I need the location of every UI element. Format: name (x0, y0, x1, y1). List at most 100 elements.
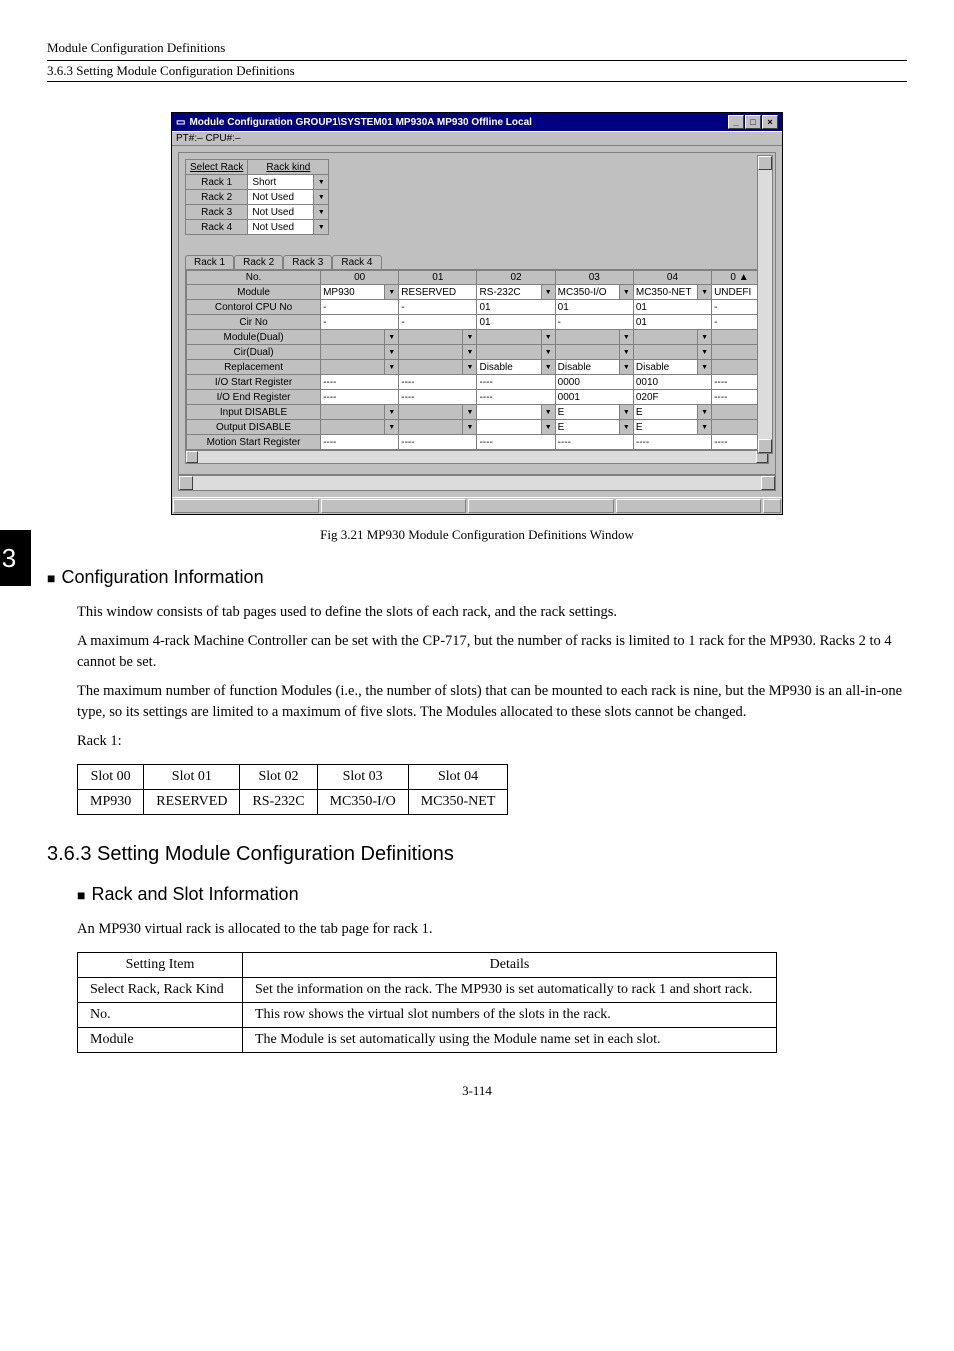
chevron-down-icon[interactable]: ▼ (697, 405, 711, 419)
chevron-down-icon[interactable]: ▼ (462, 345, 476, 359)
grid-cell[interactable]: ▼ (555, 330, 633, 345)
chevron-down-icon[interactable]: ▼ (384, 420, 398, 434)
chevron-down-icon[interactable]: ▼ (541, 285, 555, 299)
chevron-down-icon[interactable]: ▼ (619, 345, 633, 359)
outer-h-scrollbar[interactable] (178, 475, 776, 491)
chevron-down-icon[interactable]: ▼ (384, 330, 398, 344)
grid-cell: ---- (321, 435, 399, 450)
grid-cell: 020F (633, 390, 711, 405)
grid-cell: ---- (321, 375, 399, 390)
chevron-down-icon[interactable]: ▼ (313, 175, 328, 189)
tab-rack-2[interactable]: Rack 2 (234, 255, 283, 270)
grid-cell[interactable]: MC350-NET▼ (633, 285, 711, 300)
chevron-down-icon[interactable]: ▼ (384, 405, 398, 419)
grid-cell: ---- (555, 435, 633, 450)
grid-cell[interactable]: ▼ (321, 405, 399, 420)
grid-cell[interactable]: ▼ (399, 345, 477, 360)
grid-cell[interactable]: ▼ (477, 345, 555, 360)
grid-h-scrollbar[interactable] (186, 450, 768, 463)
slot-cell: MC350-NET (408, 790, 508, 815)
chevron-down-icon[interactable]: ▼ (619, 330, 633, 344)
grid-cell[interactable]: ▼ (321, 420, 399, 435)
chevron-down-icon[interactable]: ▼ (384, 360, 398, 374)
chevron-down-icon[interactable]: ▼ (697, 345, 711, 359)
grid-cell[interactable]: MC350-I/O▼ (555, 285, 633, 300)
close-icon[interactable]: × (762, 115, 778, 129)
grid-cell[interactable]: ▼ (321, 360, 399, 375)
rack-label: Rack 2 (186, 190, 248, 205)
grid-cell[interactable]: ▼ (399, 420, 477, 435)
chevron-down-icon[interactable]: ▼ (462, 330, 476, 344)
grid-cell[interactable]: Disable▼ (477, 360, 555, 375)
grid-cell[interactable]: RS-232C▼ (477, 285, 555, 300)
chevron-down-icon[interactable]: ▼ (462, 420, 476, 434)
grid-cell[interactable]: E▼ (555, 405, 633, 420)
grid-cell[interactable]: E▼ (555, 420, 633, 435)
chevron-down-icon[interactable]: ▼ (697, 285, 711, 299)
grid-cell[interactable]: ▼ (399, 405, 477, 420)
minimize-icon[interactable]: _ (728, 115, 744, 129)
grid-cell[interactable]: ▼ (477, 420, 555, 435)
grid-cell[interactable]: E▼ (633, 420, 711, 435)
chevron-down-icon[interactable]: ▼ (384, 285, 398, 299)
maximize-icon[interactable]: □ (745, 115, 761, 129)
window-title: Module Configuration GROUP1\SYSTEM01 MP9… (189, 117, 531, 128)
rack-kind-dropdown[interactable]: Not Used▼ (248, 220, 329, 235)
chevron-down-icon[interactable]: ▼ (313, 190, 328, 204)
grid-cell: 01 (633, 300, 711, 315)
para-4: Rack 1: (77, 731, 907, 752)
chevron-down-icon[interactable]: ▼ (313, 205, 328, 219)
chevron-down-icon[interactable]: ▼ (313, 220, 328, 234)
chevron-down-icon[interactable]: ▼ (541, 360, 555, 374)
grid-cell[interactable]: ▼ (321, 330, 399, 345)
slot-cell: MP930 (78, 790, 144, 815)
grid-cell[interactable]: Disable▼ (555, 360, 633, 375)
grid-cell: ---- (477, 375, 555, 390)
grid-cell[interactable]: ▼ (633, 330, 711, 345)
chevron-down-icon[interactable]: ▼ (697, 420, 711, 434)
para-1: This window consists of tab pages used t… (77, 602, 907, 623)
grid-cell: ---- (399, 390, 477, 405)
grid-row-label: Cir(Dual) (187, 345, 321, 360)
chevron-down-icon[interactable]: ▼ (619, 420, 633, 434)
rack-kind-dropdown[interactable]: Not Used▼ (248, 190, 329, 205)
inner-v-scrollbar[interactable] (757, 155, 773, 454)
grid-cell[interactable]: ▼ (477, 405, 555, 420)
tab-rack-3[interactable]: Rack 3 (283, 255, 332, 270)
grid-cell[interactable]: ▼ (399, 330, 477, 345)
grid-cell[interactable]: ▼ (633, 345, 711, 360)
chevron-down-icon[interactable]: ▼ (462, 405, 476, 419)
chevron-down-icon[interactable]: ▼ (541, 345, 555, 359)
grid-cell: ---- (477, 390, 555, 405)
chevron-down-icon[interactable]: ▼ (541, 405, 555, 419)
chevron-down-icon[interactable]: ▼ (697, 360, 711, 374)
grid-cell[interactable]: Disable▼ (633, 360, 711, 375)
chevron-down-icon[interactable]: ▼ (541, 420, 555, 434)
heading-rack-slot: ■Rack and Slot Information (77, 884, 907, 905)
rack-kind-dropdown[interactable]: Not Used▼ (248, 205, 329, 220)
grid-cell[interactable]: ▼ (399, 360, 477, 375)
module-config-window: ▭ Module Configuration GROUP1\SYSTEM01 M… (171, 112, 783, 515)
chevron-down-icon[interactable]: ▼ (619, 285, 633, 299)
tab-rack-1[interactable]: Rack 1 (185, 255, 234, 270)
grid-cell[interactable]: ▼ (321, 345, 399, 360)
grid-cell[interactable]: MP930▼ (321, 285, 399, 300)
grid-cell[interactable]: E▼ (633, 405, 711, 420)
rack-label: Rack 4 (186, 220, 248, 235)
grid-row-label: Motion Start Register (187, 435, 321, 450)
chevron-down-icon[interactable]: ▼ (541, 330, 555, 344)
chevron-down-icon[interactable]: ▼ (619, 405, 633, 419)
tab-rack-4[interactable]: Rack 4 (332, 255, 381, 270)
chevron-down-icon[interactable]: ▼ (697, 330, 711, 344)
grid-row-label: Output DISABLE (187, 420, 321, 435)
app-icon: ▭ (176, 117, 185, 128)
grid-cell[interactable]: ▼ (555, 345, 633, 360)
titlebar[interactable]: ▭ Module Configuration GROUP1\SYSTEM01 M… (172, 113, 782, 131)
rack-label: Rack 1 (186, 175, 248, 190)
grid-cell: 01 (555, 300, 633, 315)
chevron-down-icon[interactable]: ▼ (462, 360, 476, 374)
chevron-down-icon[interactable]: ▼ (619, 360, 633, 374)
grid-cell[interactable]: ▼ (477, 330, 555, 345)
rack-kind-dropdown[interactable]: Short▼ (248, 175, 329, 190)
chevron-down-icon[interactable]: ▼ (384, 345, 398, 359)
